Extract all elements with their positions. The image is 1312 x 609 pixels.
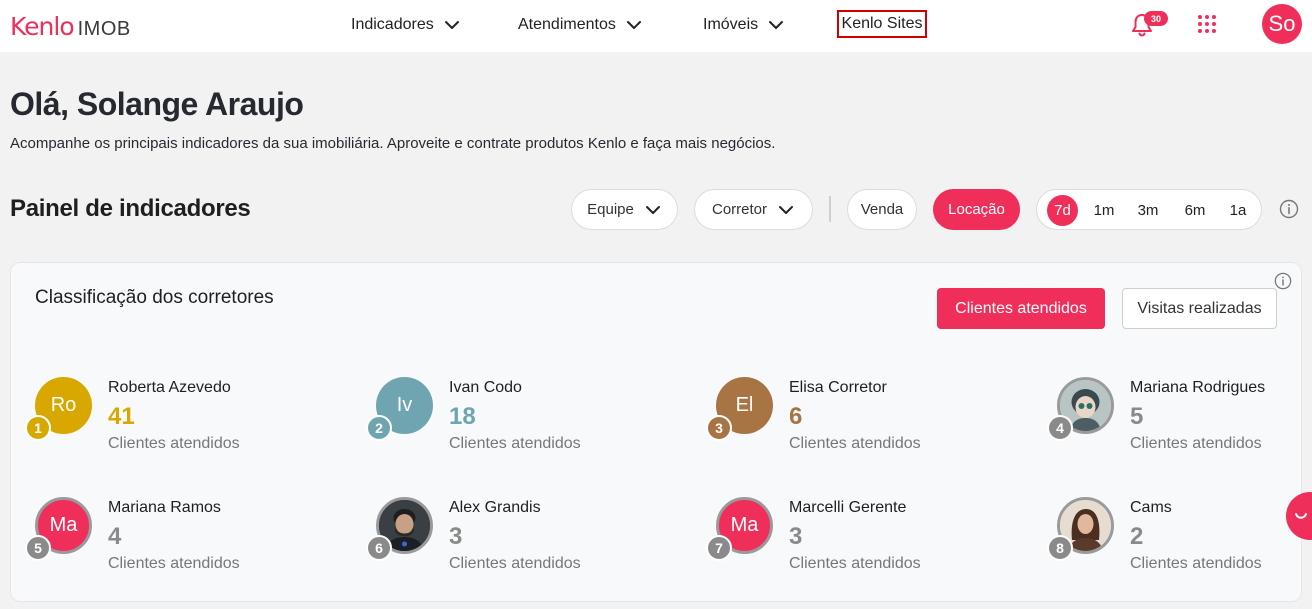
filter-divider [829, 196, 831, 222]
notification-count-badge: 30 [1144, 11, 1168, 26]
nav-kenlo-sites[interactable]: Kenlo Sites [837, 10, 927, 38]
rank-position-badge: 5 [25, 535, 51, 561]
rank-position-badge: 3 [706, 415, 732, 441]
rank-position-badge: 8 [1047, 535, 1073, 561]
nav-imoveis[interactable]: Imóveis [703, 12, 785, 38]
broker-metric-label: Clientes atendidos [789, 435, 921, 452]
rank-position-badge: 4 [1047, 415, 1073, 441]
greeting-subtitle: Acompanhe os principais indicadores da s… [10, 135, 776, 152]
broker-count: 41 [108, 403, 135, 430]
broker-count: 4 [108, 523, 122, 550]
chevron-down-icon [769, 21, 784, 29]
broker-metric-label: Clientes atendidos [449, 555, 581, 572]
period-3m[interactable]: 3m [1133, 195, 1163, 226]
chevron-down-icon [779, 205, 793, 214]
nav-indicadores[interactable]: Indicadores [351, 12, 461, 38]
broker-metric-label: Clientes atendidos [789, 555, 921, 572]
team-filter-label: Equipe [587, 201, 634, 218]
kenlo-imob-logo[interactable]: Kenlo IMOB [10, 12, 131, 41]
broker-count: 5 [1130, 403, 1144, 430]
ranking-item[interactable]: 6 Alex Grandis 3 Clientes atendidos [366, 497, 666, 587]
broker-metric-label: Clientes atendidos [1130, 555, 1262, 572]
broker-metric-label: Clientes atendidos [108, 555, 240, 572]
broker-name: Marcelli Gerente [789, 499, 907, 516]
broker-count: 3 [789, 523, 803, 550]
broker-count: 6 [789, 403, 803, 430]
nav-atendimentos-label: Atendimentos [518, 16, 616, 33]
broker-metric-label: Clientes atendidos [449, 435, 581, 452]
broker-name: Elisa Corretor [789, 379, 887, 396]
broker-name: Alex Grandis [449, 499, 541, 516]
team-filter-dropdown[interactable]: Equipe [571, 189, 678, 230]
logo-product: IMOB [77, 18, 131, 40]
ranking-item[interactable]: Ro 1 Roberta Azevedo 41 Clientes atendid… [25, 377, 325, 467]
logo-brand: Kenlo [10, 12, 75, 41]
ranking-item[interactable]: Ma 5 Mariana Ramos 4 Clientes atendidos [25, 497, 325, 587]
broker-count: 2 [1130, 523, 1144, 550]
chevron-down-icon [444, 21, 459, 29]
broker-name: Cams [1130, 499, 1172, 516]
rank-position-badge: 6 [366, 535, 392, 561]
ranking-item[interactable]: Iv 2 Ivan Codo 18 Clientes atendidos [366, 377, 666, 467]
nav-imoveis-label: Imóveis [703, 16, 759, 33]
broker-count: 3 [449, 523, 463, 550]
user-avatar[interactable]: So [1262, 4, 1302, 44]
rank-position-badge: 1 [25, 415, 51, 441]
broker-name: Mariana Ramos [108, 499, 221, 516]
broker-name: Ivan Codo [449, 379, 522, 396]
info-icon[interactable] [1279, 199, 1299, 219]
sale-toggle[interactable]: Venda [847, 189, 917, 230]
info-icon[interactable] [1274, 272, 1292, 290]
broker-count: 18 [449, 403, 476, 430]
ranking-item[interactable]: Ma 7 Marcelli Gerente 3 Clientes atendid… [706, 497, 1006, 587]
broker-name: Roberta Azevedo [108, 379, 231, 396]
greeting-title: Olá, Solange Araujo [10, 86, 304, 122]
ranking-title: Classificação dos corretores [35, 287, 274, 308]
period-1m[interactable]: 1m [1089, 195, 1119, 226]
broker-metric-label: Clientes atendidos [108, 435, 240, 452]
chevron-down-icon [626, 21, 641, 29]
chevron-down-icon [645, 205, 660, 214]
apps-grid-icon[interactable] [1197, 14, 1217, 34]
chat-icon [1295, 513, 1307, 519]
ranking-item[interactable]: 4 Mariana Rodrigues 5 Clientes atendidos [1047, 377, 1312, 467]
nav-atendimentos[interactable]: Atendimentos [518, 12, 643, 38]
period-selector: 7d 1m 3m 6m 1a [1036, 189, 1262, 230]
panel-title: Painel de indicadores [10, 195, 251, 222]
top-navigation-bar [0, 0, 1312, 52]
ranking-item[interactable]: El 3 Elisa Corretor 6 Clientes atendidos [706, 377, 1006, 467]
broker-filter-label: Corretor [711, 201, 767, 218]
broker-filter-dropdown[interactable]: Corretor [694, 189, 813, 230]
nav-indicadores-label: Indicadores [351, 16, 434, 33]
rank-position-badge: 7 [706, 535, 732, 561]
broker-metric-label: Clientes atendidos [1130, 435, 1262, 452]
rent-toggle[interactable]: Locação [933, 189, 1020, 230]
broker-name: Mariana Rodrigues [1130, 379, 1266, 396]
visits-made-tab[interactable]: Visitas realizadas [1122, 288, 1277, 329]
clients-attended-tab[interactable]: Clientes atendidos [937, 288, 1105, 329]
period-6m[interactable]: 6m [1179, 195, 1211, 226]
period-1a[interactable]: 1a [1225, 195, 1251, 226]
rank-position-badge: 2 [366, 415, 392, 441]
period-7d[interactable]: 7d [1047, 195, 1078, 226]
ranking-item[interactable]: 8 Cams 2 Clientes atendidos [1047, 497, 1277, 587]
